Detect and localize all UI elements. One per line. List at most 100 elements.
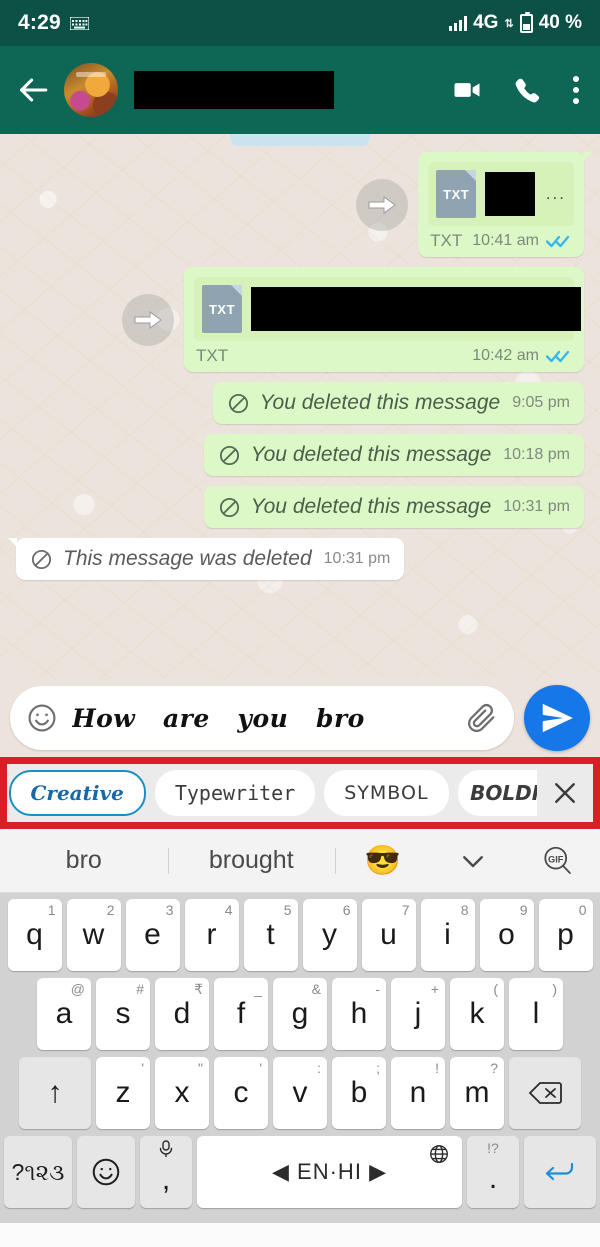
document-attachment-card[interactable]: TXT: [194, 277, 581, 341]
video-call-icon[interactable]: [452, 75, 482, 105]
keyboard-suggestion-bar: bro brought 😎 GIF: [0, 829, 600, 893]
contact-name-redacted[interactable]: [134, 71, 334, 109]
document-attachment-card[interactable]: TXT ...: [428, 162, 574, 226]
key-e[interactable]: 3e: [125, 899, 180, 971]
key-hint: _: [254, 981, 262, 997]
emoji-icon[interactable]: [26, 702, 58, 734]
message-bubble-outgoing[interactable]: TXT TXT 10:42 am: [184, 267, 584, 372]
key-q[interactable]: 1q: [7, 899, 62, 971]
message-time: 10:31 pm: [503, 498, 570, 515]
mic-icon: [158, 1140, 174, 1161]
document-file-type: TXT: [430, 231, 463, 250]
document-overflow-ellipsis: ...: [545, 184, 566, 203]
contact-avatar[interactable]: [64, 63, 118, 117]
key-hint: (: [493, 981, 498, 997]
android-nav-bar: ⊂: [0, 1223, 600, 1247]
suggestion-word-2[interactable]: brought: [168, 846, 336, 875]
font-style-chip-list[interactable]: lt Creative Typewriter SYMBOL BOLDIT.: [7, 764, 537, 822]
deleted-message-bubble[interactable]: You deleted this message 10:18 pm: [203, 434, 584, 476]
key-label: i: [444, 918, 451, 951]
key-y[interactable]: 6y: [302, 899, 357, 971]
back-arrow-icon[interactable]: [16, 73, 50, 107]
close-icon[interactable]: [537, 764, 593, 822]
key-k[interactable]: (k: [450, 978, 504, 1050]
key-j[interactable]: + j: [391, 978, 445, 1050]
period-key[interactable]: !? .: [467, 1136, 519, 1208]
key-hint: 3: [165, 902, 174, 918]
message-input-text[interactable]: How are you bro: [72, 703, 452, 733]
key-hint: 0: [578, 902, 587, 918]
key-v[interactable]: :v: [273, 1057, 327, 1129]
font-chip-bolditalic[interactable]: BOLDIT.: [457, 770, 537, 816]
forward-arrow-icon[interactable]: [122, 293, 174, 346]
font-chip-creative[interactable]: Creative: [8, 770, 146, 816]
key-label: d: [173, 997, 191, 1030]
key-h[interactable]: -h: [332, 978, 386, 1050]
suggestion-emoji[interactable]: 😎: [335, 844, 430, 878]
enter-key[interactable]: [524, 1136, 596, 1208]
font-style-bar: lt Creative Typewriter SYMBOL BOLDIT.: [0, 757, 600, 829]
key-c[interactable]: ' c: [214, 1057, 268, 1129]
key-hint: 9: [519, 902, 528, 918]
key-hint: !: [435, 1060, 439, 1076]
chat-message-area[interactable]: TXT ... TXT 10:41 am TXT TXT 10:42 am Yo…: [0, 134, 600, 679]
font-chip-typewriter[interactable]: Typewriter: [154, 770, 316, 816]
globe-icon[interactable]: [428, 1143, 450, 1170]
key-f[interactable]: _ f: [214, 978, 268, 1050]
battery-percent: 40 %: [538, 12, 582, 33]
composed-space: [219, 704, 228, 733]
key-b[interactable]: ; b: [332, 1057, 386, 1129]
composed-word: How: [72, 703, 136, 733]
backspace-key[interactable]: [509, 1057, 581, 1129]
key-p[interactable]: 0p: [538, 899, 593, 971]
key-t[interactable]: 5t: [243, 899, 298, 971]
deleted-message-bubble[interactable]: You deleted this message 10:31 pm: [203, 486, 584, 528]
symbols-key[interactable]: ?૧૨૩: [4, 1136, 72, 1208]
chevron-down-icon[interactable]: [430, 846, 515, 876]
phone-icon[interactable]: [512, 75, 542, 105]
key-i[interactable]: 8i: [420, 899, 475, 971]
font-chip-symbol[interactable]: SYMBOL: [324, 770, 449, 816]
status-bar-left: 4:29: [18, 11, 90, 35]
key-m[interactable]: ? m: [450, 1057, 504, 1129]
message-input-pill[interactable]: How are you bro: [10, 686, 514, 750]
composed-word: are: [162, 703, 210, 733]
deleted-message-bubble[interactable]: You deleted this message 9:05 pm: [212, 382, 584, 424]
suggestion-word-1[interactable]: bro: [0, 846, 168, 875]
shift-key[interactable]: ↑: [19, 1057, 91, 1129]
key-x[interactable]: " x: [155, 1057, 209, 1129]
key-l[interactable]: ) l: [509, 978, 563, 1050]
key-w[interactable]: 2w: [66, 899, 121, 971]
emoji-key[interactable]: [77, 1136, 135, 1208]
key-g[interactable]: & g: [273, 978, 327, 1050]
key-n[interactable]: ! n: [391, 1057, 445, 1129]
key-z[interactable]: ' z: [96, 1057, 150, 1129]
deleted-message-bubble-incoming[interactable]: This message was deleted 10:31 pm: [7, 538, 405, 580]
gif-search-icon[interactable]: GIF: [515, 844, 600, 878]
key-label: w: [82, 918, 105, 951]
space-next-arrow[interactable]: ▶: [369, 1159, 387, 1184]
message-bubble-outgoing[interactable]: TXT ... TXT 10:41 am: [418, 152, 592, 257]
composed-space: [145, 704, 154, 733]
attachment-clip-icon[interactable]: [466, 702, 498, 734]
more-options-icon[interactable]: [572, 75, 580, 105]
key-d[interactable]: ₹ d: [155, 978, 209, 1050]
send-button[interactable]: [524, 685, 590, 751]
message-row-document-2: TXT TXT 10:42 am: [16, 267, 584, 372]
key-a[interactable]: @ a: [37, 978, 91, 1050]
space-prev-arrow[interactable]: ◀: [272, 1159, 290, 1184]
composed-word: you: [237, 703, 289, 733]
message-row-deleted-1: You deleted this message 9:05 pm: [16, 382, 584, 424]
key-o[interactable]: 9o: [479, 899, 534, 971]
forward-arrow-icon[interactable]: [356, 178, 409, 231]
space-key[interactable]: ◀ EN·HI ▶: [197, 1136, 462, 1208]
battery-icon: [519, 11, 533, 33]
key-label: z: [115, 1076, 131, 1109]
svg-text:GIF: GIF: [547, 854, 563, 864]
key-hint: 5: [283, 902, 292, 918]
key-u[interactable]: 7u: [361, 899, 416, 971]
key-r[interactable]: 4r: [184, 899, 239, 971]
read-receipt-icon: [546, 348, 572, 364]
key-s[interactable]: # s: [96, 978, 150, 1050]
comma-key[interactable]: ,: [140, 1136, 192, 1208]
